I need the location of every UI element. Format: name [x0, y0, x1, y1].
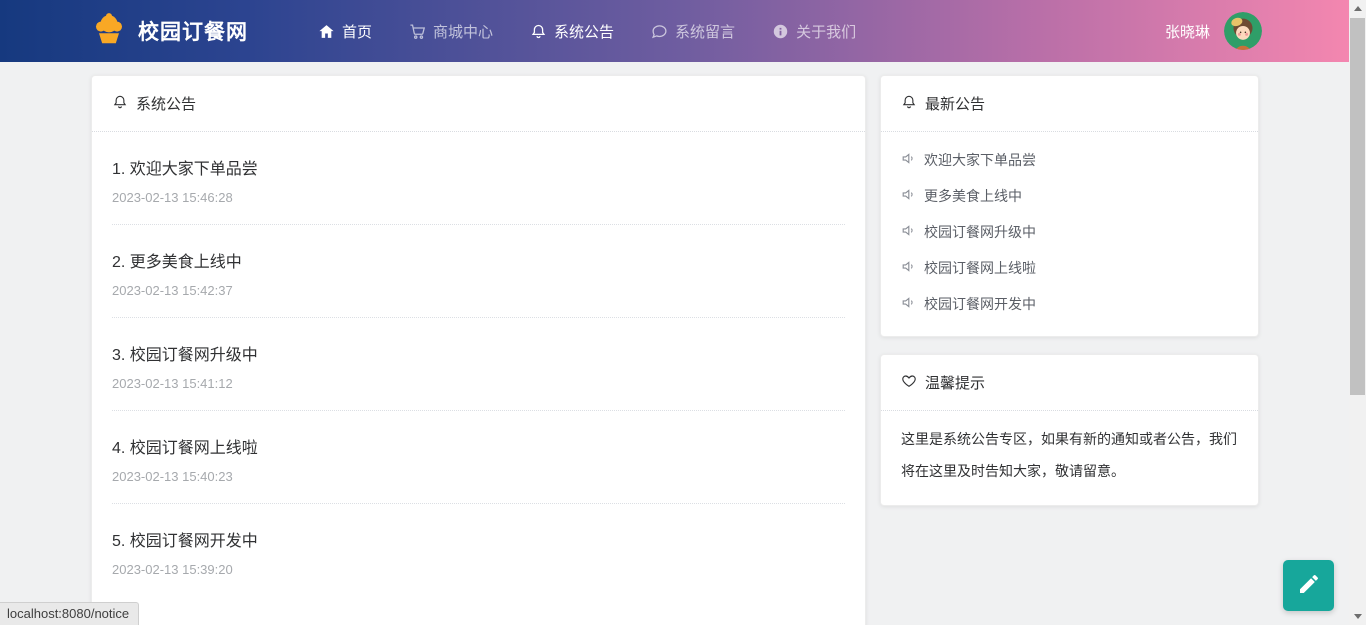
sidebar: 最新公告 欢迎大家下单品尝 更多美食上线中 校园订餐网升级中 校园订餐网上线啦 … [880, 75, 1259, 506]
nav-item-message[interactable]: 系统留言 [651, 21, 735, 42]
latest-item[interactable]: 更多美食上线中 [901, 178, 1238, 214]
speaker-icon [901, 259, 916, 277]
brand-logo[interactable]: 校园订餐网 [90, 10, 248, 53]
notice-time: 2023-02-13 15:40:23 [112, 469, 233, 484]
notice-list: 1. 欢迎大家下单品尝 2023-02-13 15:46:28 2. 更多美食上… [92, 132, 865, 596]
tips-panel: 温馨提示 这里是系统公告专区，如果有新的通知或者公告，我们将在这里及时告知大家，… [880, 354, 1259, 506]
page-content: 系统公告 1. 欢迎大家下单品尝 2023-02-13 15:46:28 2. … [91, 75, 1259, 625]
chat-icon [651, 23, 668, 40]
nav-item-about[interactable]: 关于我们 [772, 21, 856, 42]
notice-panel-title: 系统公告 [136, 96, 197, 113]
username-label: 张晓琳 [1164, 23, 1210, 41]
bell-icon [901, 94, 917, 114]
notice-title: 1. 欢迎大家下单品尝 [112, 161, 258, 178]
latest-list: 欢迎大家下单品尝 更多美食上线中 校园订餐网升级中 校园订餐网上线啦 校园订餐网… [881, 132, 1258, 336]
triangle-down-icon [1353, 614, 1362, 619]
main-nav: 首页 商城中心 系统公告 系统留言 关于我们 [318, 21, 856, 42]
notice-item[interactable]: 1. 欢迎大家下单品尝 2023-02-13 15:46:28 [112, 132, 845, 225]
home-icon [318, 23, 335, 40]
speaker-icon [901, 151, 916, 169]
user-area: 张晓琳 [1165, 12, 1262, 50]
notice-time: 2023-02-13 15:46:28 [112, 190, 233, 205]
notice-title: 2. 更多美食上线中 [112, 254, 242, 271]
notice-panel: 系统公告 1. 欢迎大家下单品尝 2023-02-13 15:46:28 2. … [91, 75, 866, 625]
nav-item-mall[interactable]: 商城中心 [409, 21, 493, 42]
speaker-icon [901, 223, 916, 241]
latest-panel-header: 最新公告 [881, 76, 1258, 132]
notice-title: 5. 校园订餐网开发中 [112, 533, 258, 550]
tips-content: 这里是系统公告专区，如果有新的通知或者公告，我们将在这里及时告知大家，敬请留意。 [901, 431, 1237, 479]
notice-panel-header: 系统公告 [92, 76, 865, 132]
latest-panel-title: 最新公告 [925, 96, 986, 113]
browser-status-url: localhost:8080/notice [0, 602, 140, 625]
top-navbar: 校园订餐网 首页 商城中心 系统公告 系统留言 关于我们 张晓琳 [0, 0, 1366, 62]
speaker-icon [901, 187, 916, 205]
pencil-icon [1297, 572, 1321, 599]
bell-icon [112, 94, 128, 114]
notice-item[interactable]: 5. 校园订餐网开发中 2023-02-13 15:39:20 [112, 504, 845, 596]
info-icon [772, 23, 789, 40]
speaker-icon [901, 295, 916, 313]
brand-title: 校园订餐网 [138, 21, 248, 44]
notice-time: 2023-02-13 15:39:20 [112, 562, 233, 577]
heart-icon [901, 373, 917, 393]
notice-title: 3. 校园订餐网升级中 [112, 347, 258, 364]
nav-item-home[interactable]: 首页 [318, 21, 372, 42]
triangle-up-icon [1353, 6, 1362, 11]
latest-panel: 最新公告 欢迎大家下单品尝 更多美食上线中 校园订餐网升级中 校园订餐网上线啦 … [880, 75, 1259, 337]
scrollbar-down-arrow[interactable] [1349, 608, 1366, 625]
notice-item[interactable]: 4. 校园订餐网上线啦 2023-02-13 15:40:23 [112, 411, 845, 504]
notice-title: 4. 校园订餐网上线啦 [112, 440, 258, 457]
tips-panel-header: 温馨提示 [881, 355, 1258, 411]
latest-item[interactable]: 校园订餐网升级中 [901, 214, 1238, 250]
latest-item[interactable]: 校园订餐网开发中 [901, 286, 1238, 322]
notice-time: 2023-02-13 15:42:37 [112, 283, 233, 298]
latest-item[interactable]: 欢迎大家下单品尝 [901, 142, 1238, 178]
latest-item[interactable]: 校园订餐网上线啦 [901, 250, 1238, 286]
scrollbar-thumb[interactable] [1350, 18, 1365, 395]
edit-fab-button[interactable] [1283, 560, 1334, 611]
cupcake-icon [90, 10, 128, 53]
notice-item[interactable]: 2. 更多美食上线中 2023-02-13 15:42:37 [112, 225, 845, 318]
page-scrollbar[interactable] [1349, 0, 1366, 625]
scrollbar-up-arrow[interactable] [1349, 0, 1366, 17]
bell-icon [530, 23, 547, 40]
notice-time: 2023-02-13 15:41:12 [112, 376, 233, 391]
user-avatar[interactable] [1224, 12, 1262, 50]
tips-panel-title: 温馨提示 [925, 375, 986, 392]
notice-item[interactable]: 3. 校园订餐网升级中 2023-02-13 15:41:12 [112, 318, 845, 411]
cart-icon [409, 23, 426, 40]
nav-item-notice[interactable]: 系统公告 [530, 21, 614, 42]
